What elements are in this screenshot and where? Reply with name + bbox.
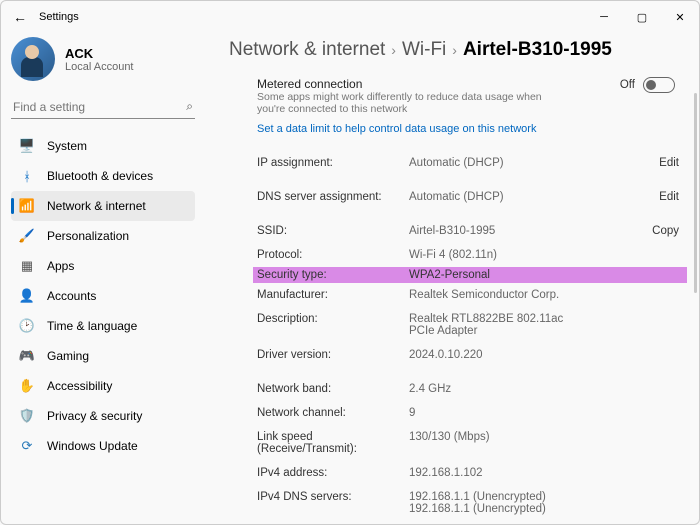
prop-value: 2024.0.10.220 xyxy=(409,349,683,361)
avatar xyxy=(11,37,55,81)
main-panel: Network & internet › Wi-Fi › Airtel-B310… xyxy=(201,33,699,524)
prop-value: Automatic (DHCP) xyxy=(409,157,659,169)
sidebar-item-label: Apps xyxy=(47,259,74,273)
sidebar-item-privacy-security[interactable]: 🛡️ Privacy & security xyxy=(11,401,195,431)
sidebar-item-label: System xyxy=(47,139,87,153)
copy-button[interactable]: Copy xyxy=(652,225,683,237)
user-sub: Local Account xyxy=(65,61,134,73)
user-name: ACK xyxy=(65,46,134,61)
prop-label: Link speed (Receive/Transmit): xyxy=(257,431,409,455)
sidebar-item-apps[interactable]: ▦ Apps xyxy=(11,251,195,281)
chevron-right-icon: › xyxy=(452,42,457,58)
user-block[interactable]: ACK Local Account xyxy=(11,37,195,81)
prop-label: Network band: xyxy=(257,383,409,395)
sidebar-item-label: Network & internet xyxy=(47,199,146,213)
prop-label: Driver version: xyxy=(257,349,409,361)
sidebar-item-gaming[interactable]: 🎮 Gaming xyxy=(11,341,195,371)
prop-label: IPv4 address: xyxy=(257,467,409,479)
prop-label: Security type: xyxy=(257,269,409,281)
prop-value: Wi-Fi 4 (802.11n) xyxy=(409,249,683,261)
prop-label: Description: xyxy=(257,313,409,325)
maximize-button[interactable]: ▢ xyxy=(623,1,661,33)
edit-ip-button[interactable]: Edit xyxy=(659,157,683,169)
search-input[interactable] xyxy=(13,100,186,114)
sidebar-item-label: Gaming xyxy=(47,349,89,363)
prop-value: Airtel-B310-1995 xyxy=(409,225,652,237)
window-title: Settings xyxy=(39,11,79,23)
nav-icon: ⟳ xyxy=(19,438,35,454)
prop-value: WPA2-Personal xyxy=(409,269,683,281)
nav-icon: 🎮 xyxy=(19,348,35,364)
sidebar-item-accounts[interactable]: 👤 Accounts xyxy=(11,281,195,311)
search-icon: ⌕ xyxy=(186,99,193,114)
toggle-state: Off xyxy=(620,79,635,91)
sidebar-item-label: Windows Update xyxy=(47,439,138,453)
prop-label: DNS server assignment: xyxy=(257,191,409,203)
breadcrumb-wifi[interactable]: Wi-Fi xyxy=(402,39,446,61)
sidebar-item-bluetooth-devices[interactable]: ᚼ Bluetooth & devices xyxy=(11,161,195,191)
titlebar: ← Settings ─ ▢ ✕ xyxy=(1,1,699,33)
nav-icon: 📶 xyxy=(19,198,35,214)
prop-value: 192.168.1.102 xyxy=(409,467,683,479)
nav-icon: ✋ xyxy=(19,378,35,394)
scrollbar[interactable] xyxy=(694,93,697,293)
nav-icon: 👤 xyxy=(19,288,35,304)
sidebar-item-label: Privacy & security xyxy=(47,409,142,423)
sidebar-item-personalization[interactable]: 🖌️ Personalization xyxy=(11,221,195,251)
sidebar-item-network-internet[interactable]: 📶 Network & internet xyxy=(11,191,195,221)
nav-icon: 🖥️ xyxy=(19,138,35,154)
prop-label: SSID: xyxy=(257,225,409,237)
prop-value: Automatic (DHCP) xyxy=(409,191,659,203)
sidebar-item-label: Accessibility xyxy=(47,379,112,393)
nav-icon: 🛡️ xyxy=(19,408,35,424)
sidebar-item-windows-update[interactable]: ⟳ Windows Update xyxy=(11,431,195,461)
nav-icon: 🕑 xyxy=(19,318,35,334)
chevron-right-icon: › xyxy=(391,42,396,58)
prop-label: IP assignment: xyxy=(257,157,409,169)
data-limit-link[interactable]: Set a data limit to help control data us… xyxy=(257,123,683,135)
minimize-button[interactable]: ─ xyxy=(585,1,623,33)
prop-label: Manufacturer: xyxy=(257,289,409,301)
sidebar-item-accessibility[interactable]: ✋ Accessibility xyxy=(11,371,195,401)
prop-value: 2.4 GHz xyxy=(409,383,683,395)
breadcrumb-network[interactable]: Network & internet xyxy=(229,39,385,61)
sidebar-item-system[interactable]: 🖥️ System xyxy=(11,131,195,161)
sidebar-item-time-language[interactable]: 🕑 Time & language xyxy=(11,311,195,341)
highlighted-row: Security type: WPA2-Personal xyxy=(253,267,687,283)
prop-value: Realtek Semiconductor Corp. xyxy=(409,289,683,301)
prop-value: 192.168.1.1 (Unencrypted) 192.168.1.1 (U… xyxy=(409,491,683,515)
metered-subtitle: Some apps might work differently to redu… xyxy=(257,91,557,115)
prop-value: Realtek RTL8822BE 802.11ac PCIe Adapter xyxy=(409,313,589,337)
sidebar-item-label: Bluetooth & devices xyxy=(47,169,153,183)
metered-title: Metered connection xyxy=(257,77,620,91)
close-button[interactable]: ✕ xyxy=(661,1,699,33)
back-button[interactable]: ← xyxy=(13,9,33,25)
prop-value: 130/130 (Mbps) xyxy=(409,431,683,443)
prop-label: Protocol: xyxy=(257,249,409,261)
nav-icon: 🖌️ xyxy=(19,228,35,244)
sidebar-item-label: Time & language xyxy=(47,319,137,333)
search-box[interactable]: ⌕ xyxy=(11,95,195,119)
nav-icon: ᚼ xyxy=(19,168,35,184)
metered-toggle[interactable] xyxy=(643,77,675,93)
sidebar: ACK Local Account ⌕ 🖥️ System ᚼ Bluetooth &… xyxy=(1,33,201,524)
edit-dns-button[interactable]: Edit xyxy=(659,191,683,203)
prop-value: 9 xyxy=(409,407,683,419)
prop-label: Network channel: xyxy=(257,407,409,419)
sidebar-item-label: Accounts xyxy=(47,289,96,303)
prop-label: IPv4 DNS servers: xyxy=(257,491,409,503)
breadcrumb-current: Airtel-B310-1995 xyxy=(463,39,612,61)
sidebar-item-label: Personalization xyxy=(47,229,129,243)
breadcrumb: Network & internet › Wi-Fi › Airtel-B310… xyxy=(229,39,683,61)
nav-icon: ▦ xyxy=(19,258,35,274)
